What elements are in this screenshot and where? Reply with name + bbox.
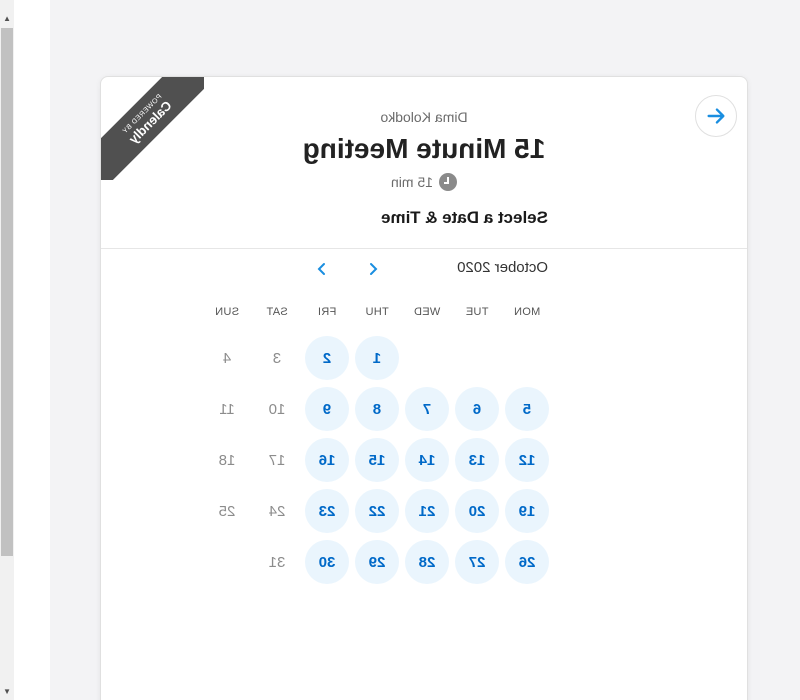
scroll-up-arrow-icon[interactable]: ▲ — [0, 12, 14, 26]
date-available[interactable]: 30 — [305, 540, 349, 584]
date-available[interactable]: 20 — [455, 489, 499, 533]
date-available[interactable]: 5 — [505, 387, 549, 431]
date-available[interactable]: 19 — [505, 489, 549, 533]
date-available[interactable]: 29 — [355, 540, 399, 584]
duration-label: 15 min — [390, 174, 434, 190]
date-available[interactable]: 21 — [405, 489, 449, 533]
event-duration: 15 min — [101, 173, 747, 191]
date-available[interactable]: 1 — [355, 336, 399, 380]
date-available[interactable]: 26 — [505, 540, 549, 584]
date-unavailable: 3 — [272, 349, 282, 367]
date-available[interactable]: 9 — [305, 387, 349, 431]
weekday-sat: SAT — [266, 306, 288, 318]
scrollbar-area: ▲ ▼ — [0, 0, 50, 700]
date-unavailable: 31 — [268, 553, 286, 571]
date-available[interactable]: 23 — [305, 489, 349, 533]
weekday-mon: MON — [513, 306, 541, 318]
host-name: Dima Kolodko — [380, 109, 468, 125]
date-available[interactable]: 8 — [355, 387, 399, 431]
date-unavailable: 11 — [219, 400, 235, 418]
date-available[interactable]: 2 — [305, 336, 349, 380]
date-available[interactable]: 6 — [455, 387, 499, 431]
weekday-thu: THU — [365, 306, 389, 318]
date-unavailable: 10 — [268, 400, 286, 418]
event-title: 15 Minute Meeting — [302, 133, 546, 164]
date-available[interactable]: 13 — [455, 438, 499, 482]
scrollbar-track[interactable]: ▲ ▼ — [0, 0, 14, 700]
weekday-sun: SUN — [214, 306, 240, 318]
weekday-fri: FRI — [317, 306, 337, 318]
date-unavailable: 24 — [268, 502, 286, 520]
calendar-heading: Select a Date & Time — [381, 208, 548, 227]
page: ▲ ▼ POWERED BY Calendly Dima Kolodko 15 … — [0, 0, 800, 700]
date-unavailable: 18 — [218, 451, 236, 469]
next-month-button[interactable] — [307, 254, 337, 284]
month-label: October 2020 — [457, 259, 548, 276]
weekday-header: MON TUE WED THU FRI SAT SUN — [215, 306, 548, 322]
chevron-right-icon — [317, 263, 325, 275]
date-unavailable: 25 — [218, 502, 236, 520]
scroll-down-arrow-icon[interactable]: ▼ — [0, 685, 14, 699]
date-available[interactable]: 12 — [505, 438, 549, 482]
clock-icon — [439, 173, 458, 191]
date-available[interactable]: 28 — [405, 540, 449, 584]
date-available[interactable]: 15 — [355, 438, 399, 482]
date-available[interactable]: 27 — [455, 540, 499, 584]
weekday-wed: WED — [413, 306, 441, 318]
date-unavailable: 4 — [222, 349, 232, 367]
date-available[interactable]: 22 — [355, 489, 399, 533]
previous-month-button[interactable] — [358, 254, 388, 284]
scrollbar-thumb[interactable] — [1, 28, 13, 556]
date-available[interactable]: 14 — [405, 438, 449, 482]
weekday-tue: TUE — [465, 306, 489, 318]
date-unavailable: 17 — [268, 451, 286, 469]
chevron-left-icon — [370, 263, 378, 275]
date-available[interactable]: 7 — [405, 387, 449, 431]
date-available[interactable]: 16 — [305, 438, 349, 482]
